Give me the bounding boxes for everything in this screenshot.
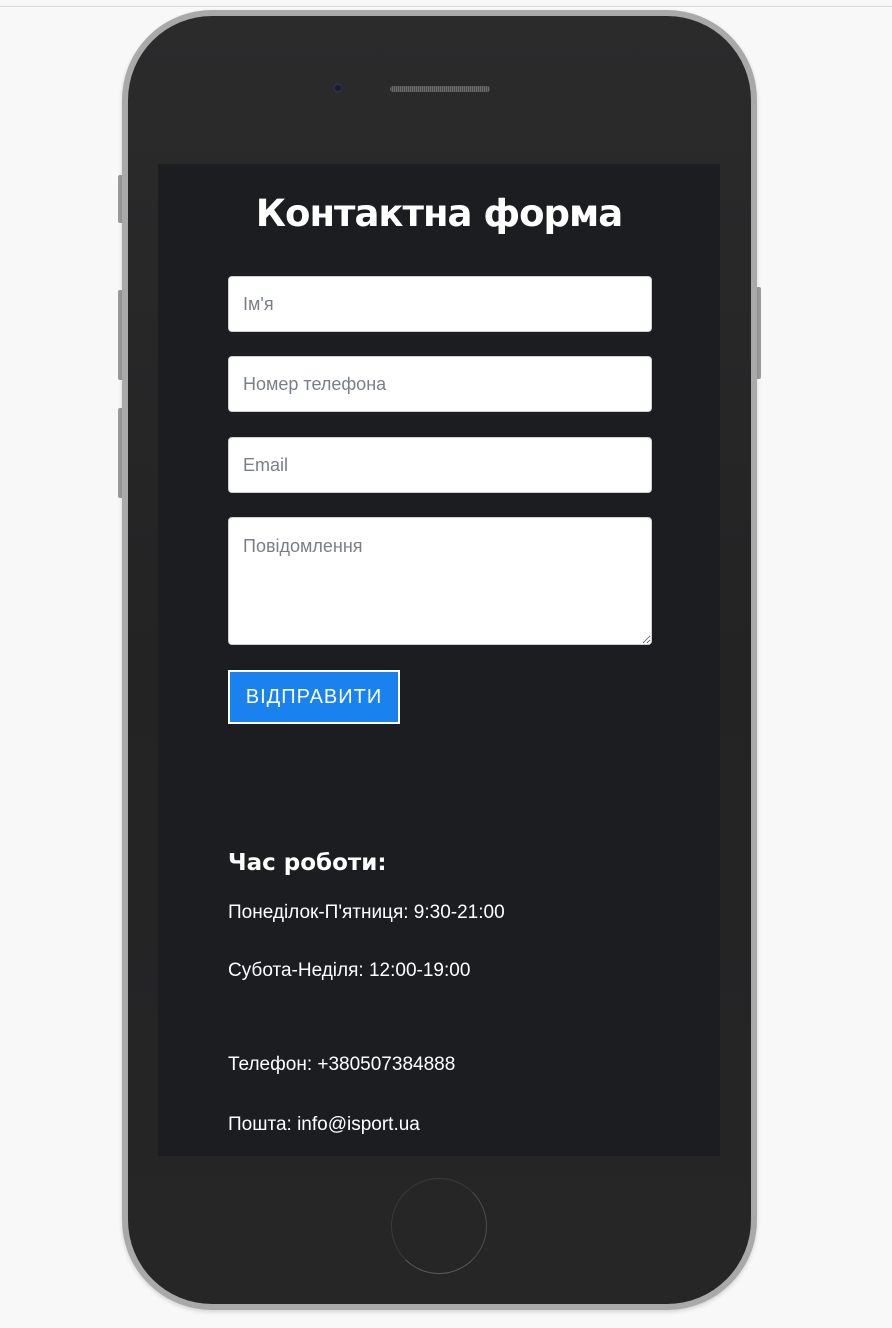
weekday-hours: Понеділок-П'ятниця: 9:30-21:00 <box>228 902 505 923</box>
contact-email: Пошта: info@isport.ua <box>228 1114 420 1135</box>
contact-phone: Телефон: +380507384888 <box>228 1054 456 1075</box>
phone-screen: Контактна форма ВІДПРАВИТИ Час роботи: П… <box>158 164 720 1156</box>
message-textarea[interactable] <box>228 517 652 645</box>
submit-button[interactable]: ВІДПРАВИТИ <box>228 670 400 724</box>
phone-input[interactable] <box>228 356 652 412</box>
front-camera-icon <box>333 83 343 93</box>
page-top-divider <box>0 6 892 7</box>
earpiece-speaker <box>390 86 490 92</box>
weekend-hours: Субота-Неділя: 12:00-19:00 <box>228 960 471 981</box>
page-title: Контактна форма <box>255 192 623 235</box>
working-hours-heading: Час роботи: <box>228 850 387 876</box>
home-button <box>391 1178 487 1274</box>
name-input[interactable] <box>228 276 652 332</box>
email-input[interactable] <box>228 437 652 493</box>
